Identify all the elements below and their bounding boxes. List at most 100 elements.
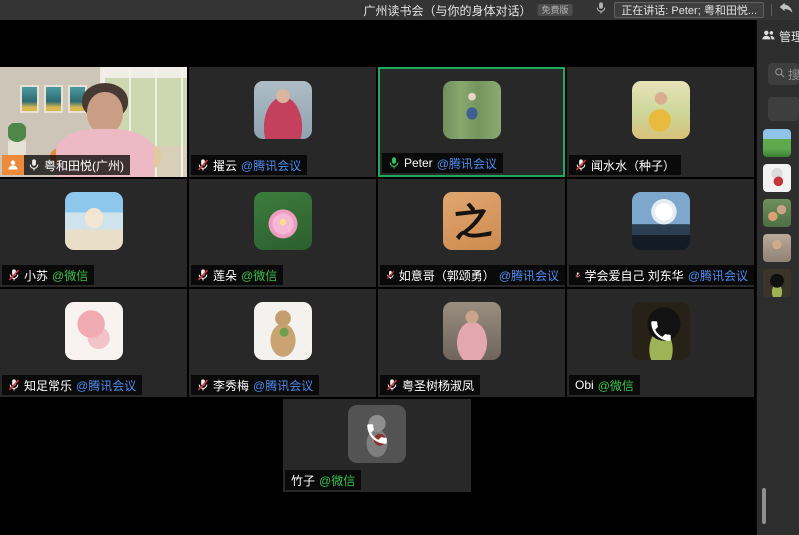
participant-name: 粤和田悦(广州): [44, 157, 124, 174]
mic-muted-icon: [386, 378, 398, 392]
mic-muted-icon: [575, 158, 587, 172]
phone-handset-icon: [364, 421, 390, 447]
platform-tag: @腾讯会议: [499, 267, 559, 284]
platform-tag: @腾讯会议: [76, 377, 136, 394]
member-panel: 管理成员 搜索: [756, 20, 799, 535]
participant-name: 竹子: [291, 472, 315, 489]
participant-label: 李秀梅@腾讯会议: [191, 375, 319, 395]
member-avatar-woman-photo[interactable]: [763, 234, 791, 262]
avatar-cloud: [632, 192, 690, 250]
participant-label: 擢云@腾讯会议: [191, 155, 307, 175]
participant-name: 学会爱自己 刘东华: [584, 267, 683, 284]
video-tile[interactable]: 粤和田悦(广州): [0, 67, 187, 177]
participant-label: 竹子@微信: [285, 470, 361, 490]
microphone-icon: [595, 1, 607, 20]
video-tile[interactable]: 如意哥（郭颂勇）@腾讯会议: [378, 179, 565, 287]
phone-handset-icon: [648, 318, 674, 344]
video-grid: 粤和田悦(广州) 擢云@腾讯会议 Peter@腾讯会议 闻水水（种子） 小苏@微…: [0, 20, 756, 535]
platform-tag: @腾讯会议: [241, 157, 301, 174]
speaking-status-box: 正在讲话: Peter; 粤和田悦...: [614, 2, 764, 18]
participant-label: 莲朵@微信: [191, 265, 283, 285]
video-tile[interactable]: 莲朵@微信: [189, 179, 376, 287]
member-avatar-black-cat[interactable]: [763, 269, 791, 297]
video-tile[interactable]: 知足常乐@腾讯会议: [0, 289, 187, 397]
participant-label: 粤和田悦(广州): [2, 155, 130, 175]
mic-on-icon: [28, 158, 40, 172]
avatar-lotus: [254, 192, 312, 250]
mic-muted-icon: [8, 378, 20, 392]
wall-paintings: [20, 85, 87, 113]
participant-name: 如意哥（郭颂勇）: [399, 267, 495, 284]
members-icon: [762, 29, 775, 44]
member-panel-header: 管理成员: [757, 20, 799, 45]
participant-label: Peter @腾讯会议: [382, 153, 503, 173]
participant-label: 知足常乐@腾讯会议: [2, 375, 142, 395]
avatar-red-lady: [254, 81, 312, 139]
topbar-right-cluster: 正在讲话: Peter; 粤和田悦...: [595, 0, 793, 20]
avatar-sunflower-lady: [632, 81, 690, 139]
host-person-icon: [7, 159, 19, 171]
participant-name: 小苏: [24, 267, 48, 284]
platform-tag: @腾讯会议: [437, 155, 497, 172]
member-filter-box[interactable]: [768, 97, 799, 121]
avatar-rabbit-dim: [348, 405, 406, 463]
mic-muted-icon: [575, 268, 580, 282]
participant-label: 小苏@微信: [2, 265, 94, 285]
platform-tag: @微信: [241, 267, 277, 284]
participant-name: 莲朵: [213, 267, 237, 284]
microphone-icon: [595, 1, 607, 15]
mic-muted-icon: [8, 268, 20, 282]
avatar-calligraphy: [443, 192, 501, 250]
participant-name: Peter: [404, 156, 433, 170]
house-plant: [8, 123, 26, 155]
avatar-jade-bear: [254, 302, 312, 360]
video-tile[interactable]: Peter @腾讯会议: [378, 67, 565, 177]
video-tile[interactable]: 李秀梅@腾讯会议: [189, 289, 376, 397]
free-version-badge: 免费版: [538, 4, 573, 16]
member-panel-title: 管理成员: [779, 28, 799, 45]
participant-name: 擢云: [213, 157, 237, 174]
participant-name: 粤圣树杨淑凤: [402, 377, 474, 394]
video-tile[interactable]: 学会爱自己 刘东华 @腾讯会议: [567, 179, 754, 287]
platform-tag: @腾讯会议: [253, 377, 313, 394]
member-avatar-green-landscape[interactable]: [763, 129, 791, 157]
mic-muted-icon: [197, 268, 209, 282]
member-list: [757, 129, 799, 297]
reply-arrow-icon[interactable]: [779, 1, 793, 19]
mic-muted-icon: [386, 268, 395, 282]
avatar-pink-lady: [443, 302, 501, 360]
meeting-title: 广州读书会（与你的身体对话）: [363, 2, 531, 19]
participant-name: Obi: [575, 378, 594, 392]
participant-label: 闻水水（种子）: [569, 155, 681, 175]
avatar-buddha: [65, 192, 123, 250]
search-icon: [774, 67, 785, 81]
member-search-input[interactable]: 搜索: [768, 63, 799, 85]
participant-name: 李秀梅: [213, 377, 249, 394]
participant-label: Obi @微信: [569, 375, 640, 395]
platform-tag: @腾讯会议: [688, 267, 748, 284]
video-tile[interactable]: 擢云@腾讯会议: [189, 67, 376, 177]
video-tile[interactable]: 粤圣树杨淑凤: [378, 289, 565, 397]
video-tile[interactable]: 小苏@微信: [0, 179, 187, 287]
participant-name: 闻水水（种子）: [591, 157, 675, 174]
participant-label: 如意哥（郭颂勇）@腾讯会议: [380, 265, 565, 285]
platform-tag: @微信: [319, 472, 355, 489]
meeting-window: 广州读书会（与你的身体对话） 免费版 正在讲话: Peter; 粤和田悦... …: [0, 0, 799, 535]
video-tile[interactable]: 闻水水（种子）: [567, 67, 754, 177]
video-tile[interactable]: 竹子@微信: [283, 399, 471, 492]
topbar-divider: [771, 4, 772, 16]
participant-name: 知足常乐: [24, 377, 72, 394]
platform-tag: @微信: [598, 377, 634, 394]
member-avatar-family-photo[interactable]: [763, 199, 791, 227]
member-avatar-white-rabbit[interactable]: [763, 164, 791, 192]
top-bar: 广州读书会（与你的身体对话） 免费版 正在讲话: Peter; 粤和田悦...: [0, 0, 799, 20]
host-badge: [2, 155, 24, 175]
search-placeholder: 搜索: [788, 66, 799, 83]
mic-speaking-icon: [388, 156, 400, 170]
person-face: [87, 92, 123, 134]
video-tile[interactable]: Obi @微信: [567, 289, 754, 397]
sidebar-scrollbar[interactable]: [762, 488, 766, 524]
avatar-bamboo-man: [443, 81, 501, 139]
meeting-title-group: 广州读书会（与你的身体对话） 免费版: [363, 0, 572, 20]
participant-label: 学会爱自己 刘东华 @腾讯会议: [569, 265, 754, 285]
